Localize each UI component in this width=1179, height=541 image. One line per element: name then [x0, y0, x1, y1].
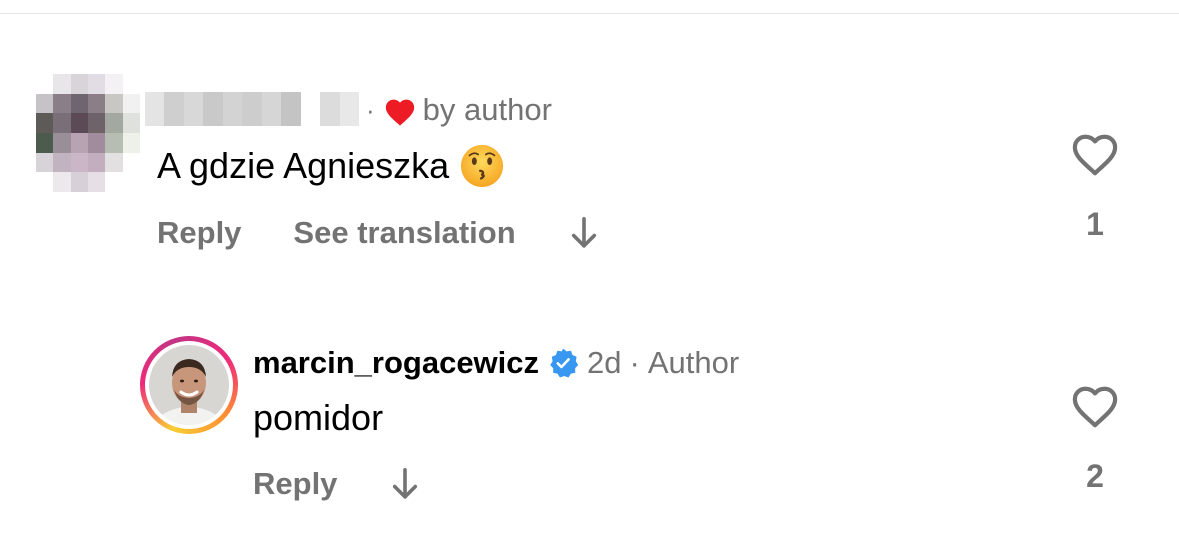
pixel-block	[88, 172, 106, 192]
pixel-block	[36, 74, 54, 94]
pixel-block	[145, 92, 165, 126]
pixel-block	[105, 172, 123, 192]
pixel-block	[122, 132, 140, 153]
pixel-block	[53, 74, 71, 94]
pixel-block	[88, 132, 106, 153]
username-blurred[interactable]	[145, 92, 359, 126]
avatar-story-ring[interactable]	[140, 336, 238, 434]
pixel-block	[53, 93, 71, 114]
pixel-block	[203, 92, 223, 126]
liked-by-label: by author	[422, 92, 552, 127]
like-count: 1	[1086, 206, 1104, 242]
pixel-block	[105, 74, 123, 94]
pixel-block	[122, 172, 140, 192]
pixel-block	[70, 132, 88, 153]
reply-header: marcin_rogacewicz 2d · Author	[253, 342, 739, 384]
reply-button[interactable]: Reply	[253, 466, 337, 502]
pixel-block	[88, 113, 106, 133]
avatar-blurred[interactable]	[36, 74, 140, 192]
arrow-down-icon[interactable]	[568, 215, 600, 251]
pixel-block	[70, 113, 88, 133]
pixel-block	[53, 152, 71, 173]
pixel-block	[122, 113, 140, 133]
meta-separator: ·	[629, 345, 640, 380]
pixel-block	[36, 132, 54, 153]
pixel-block	[70, 93, 88, 114]
pixel-block	[36, 113, 54, 133]
pixel-block	[36, 93, 54, 114]
like-count: 2	[1086, 458, 1104, 494]
pixel-block	[105, 152, 123, 173]
pixel-block	[88, 74, 106, 94]
pixel-block	[53, 113, 71, 133]
avatar	[149, 345, 229, 425]
pixel-block	[105, 132, 123, 153]
arrow-down-icon[interactable]	[389, 466, 421, 502]
top-divider	[0, 13, 1179, 14]
heart-filled-icon	[385, 99, 414, 126]
pixel-block	[320, 92, 340, 126]
comment-actions: Reply See translation	[157, 212, 600, 254]
kissing-face-emoji-icon	[461, 144, 504, 188]
comment-body: A gdzie Agnieszka	[157, 145, 450, 186]
pixel-block	[339, 92, 359, 126]
username[interactable]: marcin_rogacewicz	[253, 345, 539, 381]
like-column: 1	[1065, 132, 1125, 243]
pixel-block	[281, 92, 301, 126]
avatar-ring-gap	[145, 341, 233, 429]
pixel-block	[36, 172, 54, 192]
pixel-block	[242, 92, 262, 126]
pixel-block	[70, 152, 88, 173]
pixel-block	[70, 172, 88, 192]
heart-outline-icon[interactable]	[1070, 132, 1120, 178]
pixel-block	[300, 92, 321, 126]
pixel-block	[105, 113, 123, 133]
comment-text: A gdzie Agnieszka	[157, 143, 505, 189]
pixel-block	[88, 93, 106, 114]
verified-badge-icon	[550, 348, 579, 378]
pixel-block	[53, 132, 71, 153]
pixel-block	[261, 92, 282, 126]
pixel-block	[122, 74, 140, 94]
reply-button[interactable]: Reply	[157, 215, 241, 251]
meta-separator: ·	[366, 94, 375, 125]
like-column: 2	[1065, 384, 1125, 495]
liked-by-author-row: · by author	[366, 90, 552, 130]
comment-body: pomidor	[253, 397, 384, 438]
pixel-block	[36, 152, 54, 173]
author-label: Author	[647, 345, 740, 380]
pixel-block	[105, 93, 123, 114]
pixel-block	[222, 92, 243, 126]
pixel-block	[122, 152, 140, 173]
heart-outline-icon[interactable]	[1070, 384, 1120, 430]
pixel-block	[122, 93, 140, 114]
comment-actions: Reply	[253, 463, 421, 505]
see-translation-button[interactable]: See translation	[293, 215, 515, 251]
pixel-block	[88, 152, 106, 173]
pixel-block	[164, 92, 184, 126]
pixel-block	[53, 172, 71, 192]
pixel-block	[70, 74, 88, 94]
pixel-block	[183, 92, 204, 126]
comment-time: 2d	[587, 345, 622, 380]
